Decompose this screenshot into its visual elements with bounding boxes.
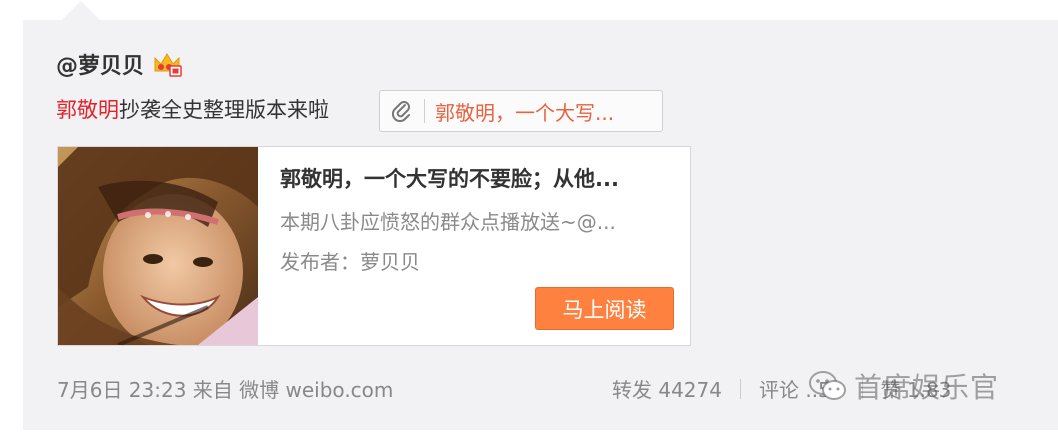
repost-button[interactable]: 转发 44274 xyxy=(612,374,722,403)
link-chip-title: 郭敬明，一个大写... xyxy=(435,100,615,125)
link-chip[interactable]: 郭敬明，一个大写... xyxy=(379,90,663,132)
author-row: @萝贝贝 xyxy=(56,48,182,80)
paperclip-icon xyxy=(380,91,424,131)
article-title[interactable]: 郭敬明，一个大写的不要脸；从他... xyxy=(280,163,619,193)
post-text: 郭敬明 抄袭全史整理版本来啦 xyxy=(56,94,329,124)
chip-divider xyxy=(424,99,425,123)
article-card[interactable]: 郭敬明，一个大写的不要脸；从他... 本期八卦应愤怒的群众点播放送~@... 发… xyxy=(57,146,691,346)
wechat-icon xyxy=(808,369,848,403)
crown-badge-icon[interactable] xyxy=(152,49,182,79)
article-publisher: 发布者：萝贝贝 xyxy=(280,250,420,274)
author-name[interactable]: @萝贝贝 xyxy=(56,48,144,80)
watermark-text: 首席娱乐官 xyxy=(854,371,1000,404)
post-body-text: 抄袭全史整理版本来啦 xyxy=(119,98,329,122)
article-thumbnail[interactable] xyxy=(58,147,258,345)
stats-divider xyxy=(739,378,741,399)
mention-link[interactable]: 郭敬明 xyxy=(56,94,119,124)
panel-notch xyxy=(62,1,100,20)
post-timestamp-source[interactable]: 7月6日 23:23 来自 微博 weibo.com xyxy=(57,374,393,403)
read-now-button[interactable]: 马上阅读 xyxy=(535,287,674,330)
article-description: 本期八卦应愤怒的群众点播放送~@... xyxy=(280,210,616,234)
watermark: 首席娱乐官 xyxy=(808,366,999,406)
